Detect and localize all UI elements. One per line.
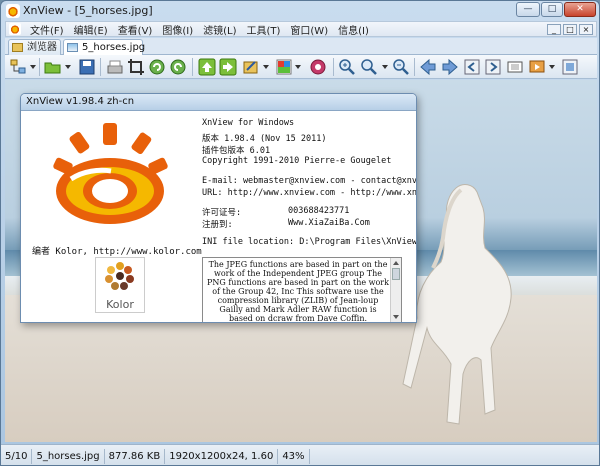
plugin-version-line: 插件包版本 6.01 — [202, 146, 271, 156]
scroll-up-icon[interactable] — [393, 261, 399, 265]
white-horse-image — [402, 184, 512, 425]
last-page-icon[interactable] — [484, 58, 502, 76]
close-button[interactable]: ✕ — [564, 2, 596, 17]
kolor-credit: 编者 Kolor, http://www.kolor.com — [32, 247, 202, 257]
doc-close-button[interactable]: × — [579, 23, 593, 35]
minimize-button[interactable]: — — [516, 2, 540, 17]
status-bar: 5/10 5_horses.jpg 877.86 KB 1920x1200x24… — [1, 444, 599, 465]
status-position: 5/10 — [1, 448, 33, 464]
doc-restore-button[interactable]: □ — [563, 23, 577, 35]
chevron-down-icon[interactable] — [263, 65, 269, 69]
xnview-logo-icon — [53, 123, 168, 224]
chevron-down-icon[interactable] — [295, 65, 301, 69]
xnview-app-icon[interactable] — [6, 4, 20, 18]
scroll-down-icon[interactable] — [393, 315, 399, 319]
save-icon[interactable] — [78, 58, 96, 76]
crop-icon[interactable] — [127, 58, 145, 76]
menu-filter[interactable]: 滤镜(L) — [198, 22, 241, 37]
zoom-in-icon[interactable] — [338, 58, 356, 76]
tab-browser[interactable]: 浏览器 — [8, 39, 61, 55]
about-dialog-title: XnView v1.98.4 zh-cn — [26, 96, 135, 107]
next-arrow-icon[interactable] — [441, 58, 459, 76]
chevron-down-icon[interactable] — [30, 65, 36, 69]
scroll-thumb[interactable] — [392, 268, 400, 280]
toolbar-separator — [414, 58, 415, 76]
zoom-out-icon[interactable] — [392, 58, 410, 76]
folder-icon — [12, 43, 23, 52]
registered-label: 注册到: — [202, 220, 233, 230]
credits-box[interactable]: The JPEG functions are based in part on … — [202, 257, 402, 323]
version-line: 版本 1.98.4 (Nov 15 2011) — [202, 134, 327, 144]
image-viewport[interactable]: XnView v1.98.4 zh-cn 编者 Kolor, http://ww… — [5, 80, 597, 442]
adjust-colors-icon[interactable] — [275, 58, 293, 76]
move-up-icon[interactable] — [198, 58, 216, 76]
image-icon — [67, 43, 78, 52]
status-dimensions: 1920x1200x24, 1.60 — [165, 448, 279, 464]
window-title: XnView - [5_horses.jpg] — [23, 4, 153, 17]
chevron-down-icon[interactable] — [65, 65, 71, 69]
document-window-controls: _ □ × — [547, 23, 596, 35]
status-zoom: 43% — [278, 448, 310, 464]
ini-location: INI file location: D:\Program Files\XnVi… — [202, 237, 417, 247]
product-name: XnView for Windows — [202, 118, 295, 128]
tab-label: 浏览器 — [27, 42, 57, 53]
fullscreen-icon[interactable] — [506, 58, 524, 76]
kolor-logo-text: Kolor — [106, 298, 134, 311]
rotate-left-icon[interactable] — [148, 58, 166, 76]
toolbar — [5, 55, 597, 79]
menu-bar: 文件(F) 编辑(E) 查看(V) 图像(I) 滤镜(L) 工具(T) 窗口(W… — [5, 21, 597, 37]
first-page-icon[interactable] — [463, 58, 481, 76]
chevron-down-icon[interactable] — [382, 65, 388, 69]
copyright-line: Copyright 1991-2010 Pierre-e Gougelet — [202, 156, 392, 166]
toolbar-separator — [192, 58, 193, 76]
rotate-right-icon[interactable] — [169, 58, 187, 76]
edit-tools-icon[interactable] — [242, 58, 260, 76]
status-filename: 5_horses.jpg — [32, 448, 105, 464]
maximize-button[interactable]: □ — [541, 2, 563, 17]
zoom-icon[interactable] — [360, 58, 378, 76]
title-bar[interactable]: XnView - [5_horses.jpg] — □ ✕ — [1, 1, 599, 21]
url-line[interactable]: URL: http://www.xnview.com - http://www.… — [202, 188, 416, 198]
status-filesize: 877.86 KB — [105, 448, 166, 464]
email-line[interactable]: E-mail: webmaster@xnview.com - contact@x… — [202, 176, 416, 186]
about-dialog: XnView v1.98.4 zh-cn 编者 Kolor, http://ww… — [20, 93, 417, 323]
kolor-logo[interactable]: Kolor — [95, 257, 145, 313]
menu-window[interactable]: 窗口(W) — [285, 22, 333, 37]
chevron-down-icon[interactable] — [549, 65, 555, 69]
menu-file[interactable]: 文件(F) — [25, 22, 69, 37]
toolbar-separator — [39, 58, 40, 76]
credits-text: The JPEG functions are based in part on … — [207, 260, 389, 323]
toolbar-separator — [333, 58, 334, 76]
menu-info[interactable]: 信息(I) — [333, 22, 374, 37]
about-dialog-titlebar[interactable]: XnView v1.98.4 zh-cn — [21, 94, 416, 111]
license-value: 003688423771 — [288, 206, 350, 216]
scan-icon[interactable] — [106, 58, 124, 76]
open-folder-icon[interactable] — [44, 58, 62, 76]
about-dialog-body: 编者 Kolor, http://www.kolor.com Kolor XnV… — [21, 111, 417, 323]
slideshow-icon[interactable] — [528, 58, 546, 76]
effects-icon[interactable] — [309, 58, 327, 76]
tab-bar: 浏览器 5_horses.jpg — [5, 38, 597, 55]
tab-image[interactable]: 5_horses.jpg — [63, 39, 146, 55]
help-icon[interactable] — [561, 58, 579, 76]
browser-tree-icon[interactable] — [9, 58, 27, 76]
xnview-window: XnView - [5_horses.jpg] — □ ✕ 文件(F) 编辑(E… — [0, 0, 600, 466]
license-label: 许可证号: — [202, 208, 242, 218]
kolor-flower-icon — [105, 262, 134, 290]
menu-edit[interactable]: 编辑(E) — [69, 22, 113, 37]
credits-scrollbar[interactable] — [390, 258, 401, 322]
menu-image[interactable]: 图像(I) — [157, 22, 198, 37]
move-right-icon[interactable] — [219, 58, 237, 76]
doc-minimize-button[interactable]: _ — [547, 23, 561, 35]
menu-view[interactable]: 查看(V) — [113, 22, 158, 37]
tab-label: 5_horses.jpg — [82, 42, 146, 53]
registered-value: Www.XiaZaiBa.Com — [288, 218, 370, 228]
menu-tools[interactable]: 工具(T) — [241, 22, 285, 37]
previous-arrow-icon[interactable] — [419, 58, 437, 76]
document-icon[interactable] — [9, 23, 21, 35]
toolbar-separator — [100, 58, 101, 76]
